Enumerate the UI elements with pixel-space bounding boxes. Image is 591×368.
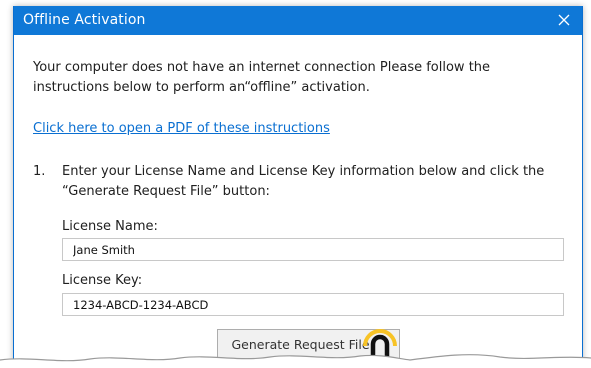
close-icon xyxy=(558,14,570,26)
offline-activation-dialog: Offline Activation Your computer does no… xyxy=(13,6,583,368)
window-title: Offline Activation xyxy=(23,12,146,28)
step-number: 1. xyxy=(33,164,46,179)
generate-request-file-button[interactable]: Generate Request File xyxy=(217,329,400,359)
license-key-input[interactable] xyxy=(62,293,564,316)
close-button[interactable] xyxy=(546,6,582,35)
pdf-instructions-link[interactable]: Click here to open a PDF of these instru… xyxy=(33,120,330,138)
dialog-body: Your computer does not have an internet … xyxy=(14,35,582,368)
title-bar: Offline Activation xyxy=(14,6,582,35)
license-name-input[interactable] xyxy=(62,238,564,261)
license-key-label: License Key: xyxy=(62,273,143,288)
step-instructions: Enter your License Name and License Key … xyxy=(62,164,545,199)
license-name-label: License Name: xyxy=(62,219,158,234)
intro-text: Your computer does not have an internet … xyxy=(33,60,491,95)
